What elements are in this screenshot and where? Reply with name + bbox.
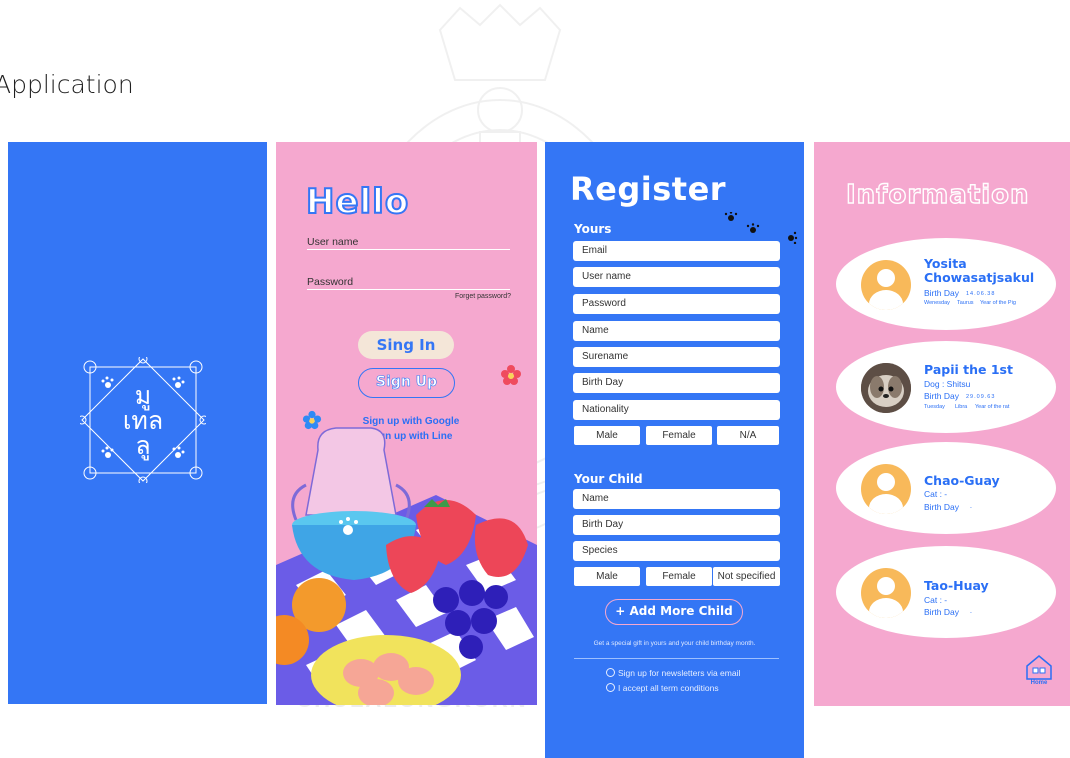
owner-birthday-label: Birth Day xyxy=(924,288,959,298)
child-birthday-input[interactable]: Birth Day xyxy=(573,515,780,535)
username-field[interactable]: User name xyxy=(307,236,358,248)
information-screen: Information Yosita Chowasatjsakul Birth … xyxy=(814,142,1070,706)
pet-birthday-label: Birth Day xyxy=(924,391,959,401)
yours-section-title: Yours xyxy=(574,222,612,236)
dog-photo-icon xyxy=(861,363,911,413)
checkbox-circle-icon xyxy=(606,683,615,692)
password-field[interactable]: Password xyxy=(307,276,353,288)
pet-birthday-label: Birth Day xyxy=(924,607,959,617)
profile-card-papii[interactable]: Papii the 1st Dog : Shitsu Birth Day 29.… xyxy=(836,341,1056,433)
pet-year: Year of the rat xyxy=(975,404,1010,410)
sign-in-button[interactable]: Sing In xyxy=(358,331,454,359)
home-button[interactable]: Home xyxy=(1024,654,1054,688)
paw-prints-icon xyxy=(724,212,798,244)
child-gender-female-option[interactable]: Female xyxy=(646,567,712,586)
register-screen: Register Yours Email User name Password … xyxy=(545,142,804,758)
avatar-placeholder-icon xyxy=(861,260,911,310)
gender-na-option[interactable]: N/A xyxy=(717,426,779,445)
owner-name-line2: Chowasatjsakul xyxy=(924,270,1035,285)
nationality-input[interactable]: Nationality xyxy=(573,400,780,420)
child-name-input[interactable]: Name xyxy=(573,489,780,509)
pet-species: Cat : - xyxy=(924,489,948,499)
terms-checkbox[interactable]: I accept all term conditions xyxy=(606,683,719,693)
information-title: Information xyxy=(845,179,1030,210)
login-screen: Hello User name Password Forget password… xyxy=(276,142,537,705)
still-life-illustration xyxy=(276,427,537,705)
username-underline xyxy=(307,249,510,250)
owner-day: Wenesday xyxy=(924,300,950,306)
forgot-password-link[interactable]: Forget password? xyxy=(455,293,511,300)
pet-species: Dog : Shitsu xyxy=(924,379,971,389)
pet-day: Tuesday xyxy=(924,404,945,410)
child-gender-unspecified-option[interactable]: Not specified xyxy=(713,567,780,586)
owner-name-line1: Yosita xyxy=(924,256,967,271)
birthday-input[interactable]: Birth Day xyxy=(573,373,780,393)
login-title: Hello xyxy=(305,181,410,223)
newsletter-label: Sign up for newsletters via email xyxy=(618,668,741,678)
name-input[interactable]: Name xyxy=(573,321,780,341)
pet-name: Chao-Guay xyxy=(924,473,1000,488)
splash-screen: มู เทล ลู xyxy=(8,142,267,704)
pet-species: Cat : - xyxy=(924,595,948,605)
pet-name: Tao-Huay xyxy=(924,578,989,593)
owner-zodiac: Taurus xyxy=(957,300,974,306)
profile-card-tao-huay[interactable]: Tao-Huay Cat : - Birth Day - xyxy=(836,546,1056,638)
register-title: Register xyxy=(570,170,727,208)
page-heading: Application xyxy=(0,70,134,99)
pet-birthday-date: - xyxy=(970,505,972,511)
email-field[interactable]: Email xyxy=(573,241,780,261)
pet-birthday-date: 29.09.63 xyxy=(966,394,996,400)
owner-year: Year of the Pig xyxy=(980,300,1016,306)
child-section-title: Your Child xyxy=(574,472,643,486)
profile-card-chao-guay[interactable]: Chao-Guay Cat : - Birth Day - xyxy=(836,442,1056,534)
logo-text-line3: ลู xyxy=(135,431,151,460)
pet-photo xyxy=(861,363,911,413)
newsletter-checkbox[interactable]: Sign up for newsletters via email xyxy=(606,668,740,678)
pet-birthday-date: - xyxy=(970,610,972,616)
app-logo: มู เทล ลู xyxy=(80,357,206,483)
owner-birthday-date: 14.06.38 xyxy=(966,291,996,297)
checkbox-circle-icon xyxy=(606,668,615,677)
username-input[interactable]: User name xyxy=(573,267,780,287)
sign-up-button[interactable]: Sign Up xyxy=(358,368,455,398)
avatar-placeholder-icon xyxy=(861,568,911,618)
add-more-child-button[interactable]: + Add More Child xyxy=(605,599,743,625)
gender-male-option[interactable]: Male xyxy=(574,426,640,445)
pet-zodiac: Libra xyxy=(955,404,968,410)
profile-card-owner[interactable]: Yosita Chowasatjsakul Birth Day 14.06.38… xyxy=(836,238,1056,330)
divider xyxy=(574,658,779,659)
pet-birthday-label: Birth Day xyxy=(924,502,959,512)
terms-label: I accept all term conditions xyxy=(618,683,719,693)
password-underline xyxy=(307,289,510,290)
avatar-placeholder-icon xyxy=(861,464,911,514)
gender-female-option[interactable]: Female xyxy=(646,426,712,445)
child-species-input[interactable]: Species xyxy=(573,541,780,561)
surname-input[interactable]: Surename xyxy=(573,347,780,367)
promo-text: Get a special gift in yours and your chi… xyxy=(593,640,756,647)
logo-text-line2: เทล xyxy=(122,406,164,435)
home-icon xyxy=(1026,655,1052,680)
logo-text-line1: มู xyxy=(134,381,152,410)
child-gender-male-option[interactable]: Male xyxy=(574,567,640,586)
pet-name: Papii the 1st xyxy=(924,362,1013,377)
password-input[interactable]: Password xyxy=(573,294,780,314)
flower-icon xyxy=(501,365,521,385)
home-label: Home xyxy=(1030,680,1048,686)
